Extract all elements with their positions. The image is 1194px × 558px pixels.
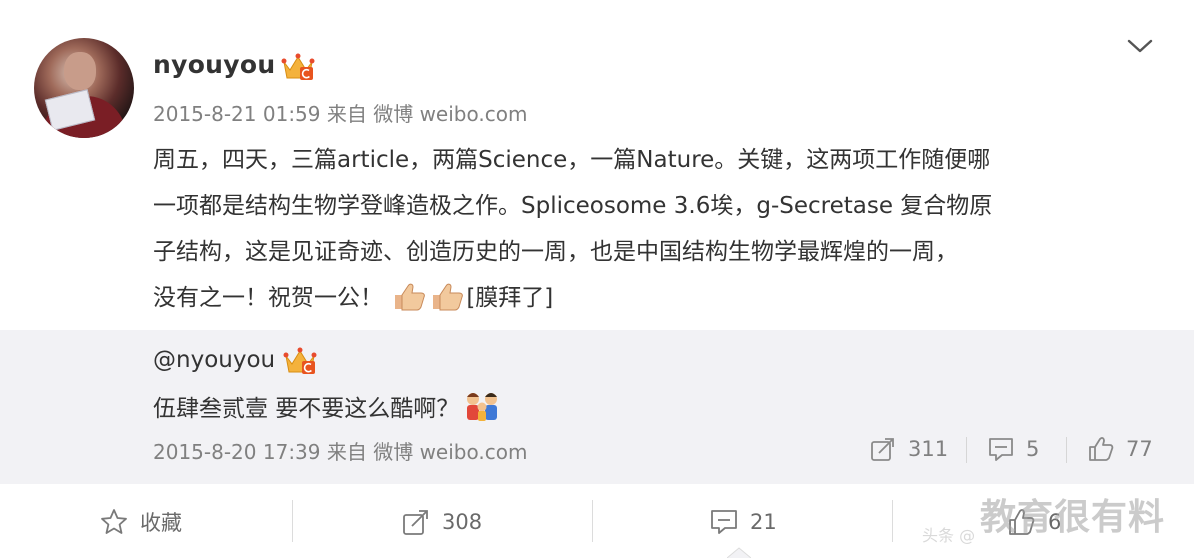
weibo-card: nyouyou 2015-8-21 01:59 来自 微博 weibo.com … <box>0 0 1194 558</box>
repost-like-button[interactable]: 77 <box>1088 436 1153 462</box>
forward-count: 308 <box>442 510 483 534</box>
watermark-sub: 头条 @ <box>922 526 976 545</box>
repost-source: 来自 微博 weibo.com <box>326 440 528 464</box>
repost-forward-count: 311 <box>908 437 949 461</box>
chevron-down-icon[interactable] <box>1127 36 1153 56</box>
post-body: 周五，四天，三篇article，两篇Science，一篇Nature。关键，这两… <box>153 137 1153 321</box>
star-icon <box>101 509 127 534</box>
repost-comment-button[interactable]: 5 <box>988 436 1039 462</box>
post-meta: 2015-8-21 01:59 来自 微博 weibo.com <box>153 98 527 127</box>
post-line: 没有之一！祝贺一公！ <box>153 285 383 311</box>
repost-timestamp[interactable]: 2015-8-20 17:39 <box>153 440 321 464</box>
comment-icon <box>989 438 1013 461</box>
post-line: 一项都是结构生物学登峰造极之作。Spliceosome 3.6埃，g-Secre… <box>153 193 993 219</box>
family-emoji-icon <box>467 393 498 421</box>
post-timestamp[interactable]: 2015-8-21 01:59 <box>153 102 321 126</box>
repost-forward-button[interactable]: 311 <box>870 436 948 462</box>
favorite-button[interactable]: 收藏 <box>100 507 182 537</box>
repost-text: 伍肆叁贰壹 要不要这么酷啊？ <box>153 396 460 422</box>
thumbs-up-emoji-icon <box>433 283 464 311</box>
crown-icon[interactable] <box>281 52 315 82</box>
thumbs-up-emoji-icon <box>395 283 426 311</box>
repost-body: 伍肆叁贰壹 要不要这么酷啊？ <box>153 389 501 423</box>
share-icon <box>403 510 428 535</box>
repost-like-count: 77 <box>1126 437 1153 461</box>
caret-up-icon <box>727 547 751 558</box>
repost-comment-count: 5 <box>1026 437 1040 461</box>
post-line: 子结构，这是见证奇迹、创造历史的一周，也是中国结构生物学最辉煌的一周， <box>153 239 958 265</box>
post-line: 周五，四天，三篇article，两篇Science，一篇Nature。关键，这两… <box>153 147 991 173</box>
user-avatar[interactable] <box>34 38 134 138</box>
comment-count: 21 <box>750 510 777 534</box>
crown-icon[interactable] <box>283 346 317 376</box>
divider <box>592 500 593 542</box>
post-username[interactable]: nyouyou <box>153 50 275 79</box>
divider <box>892 500 893 542</box>
emoji-text: [膜拜了] <box>466 285 554 311</box>
watermark: 教育很有料 <box>980 497 1166 538</box>
forward-button[interactable]: 308 <box>402 507 482 537</box>
divider <box>1066 437 1067 463</box>
comment-button[interactable]: 21 <box>710 507 777 537</box>
repost-meta: 2015-8-20 17:39 来自 微博 weibo.com <box>153 436 527 465</box>
avatar-face <box>64 52 96 90</box>
divider <box>966 437 967 463</box>
repost-mention[interactable]: @nyouyou <box>153 347 275 373</box>
share-icon <box>871 438 894 461</box>
favorite-label: 收藏 <box>140 511 182 535</box>
post-source: 来自 微博 weibo.com <box>326 102 528 126</box>
comment-icon <box>711 510 737 534</box>
post-line-last: 没有之一！祝贺一公！ [膜拜了] <box>153 275 1153 321</box>
divider <box>292 500 293 542</box>
thumbs-up-icon <box>1089 437 1114 461</box>
